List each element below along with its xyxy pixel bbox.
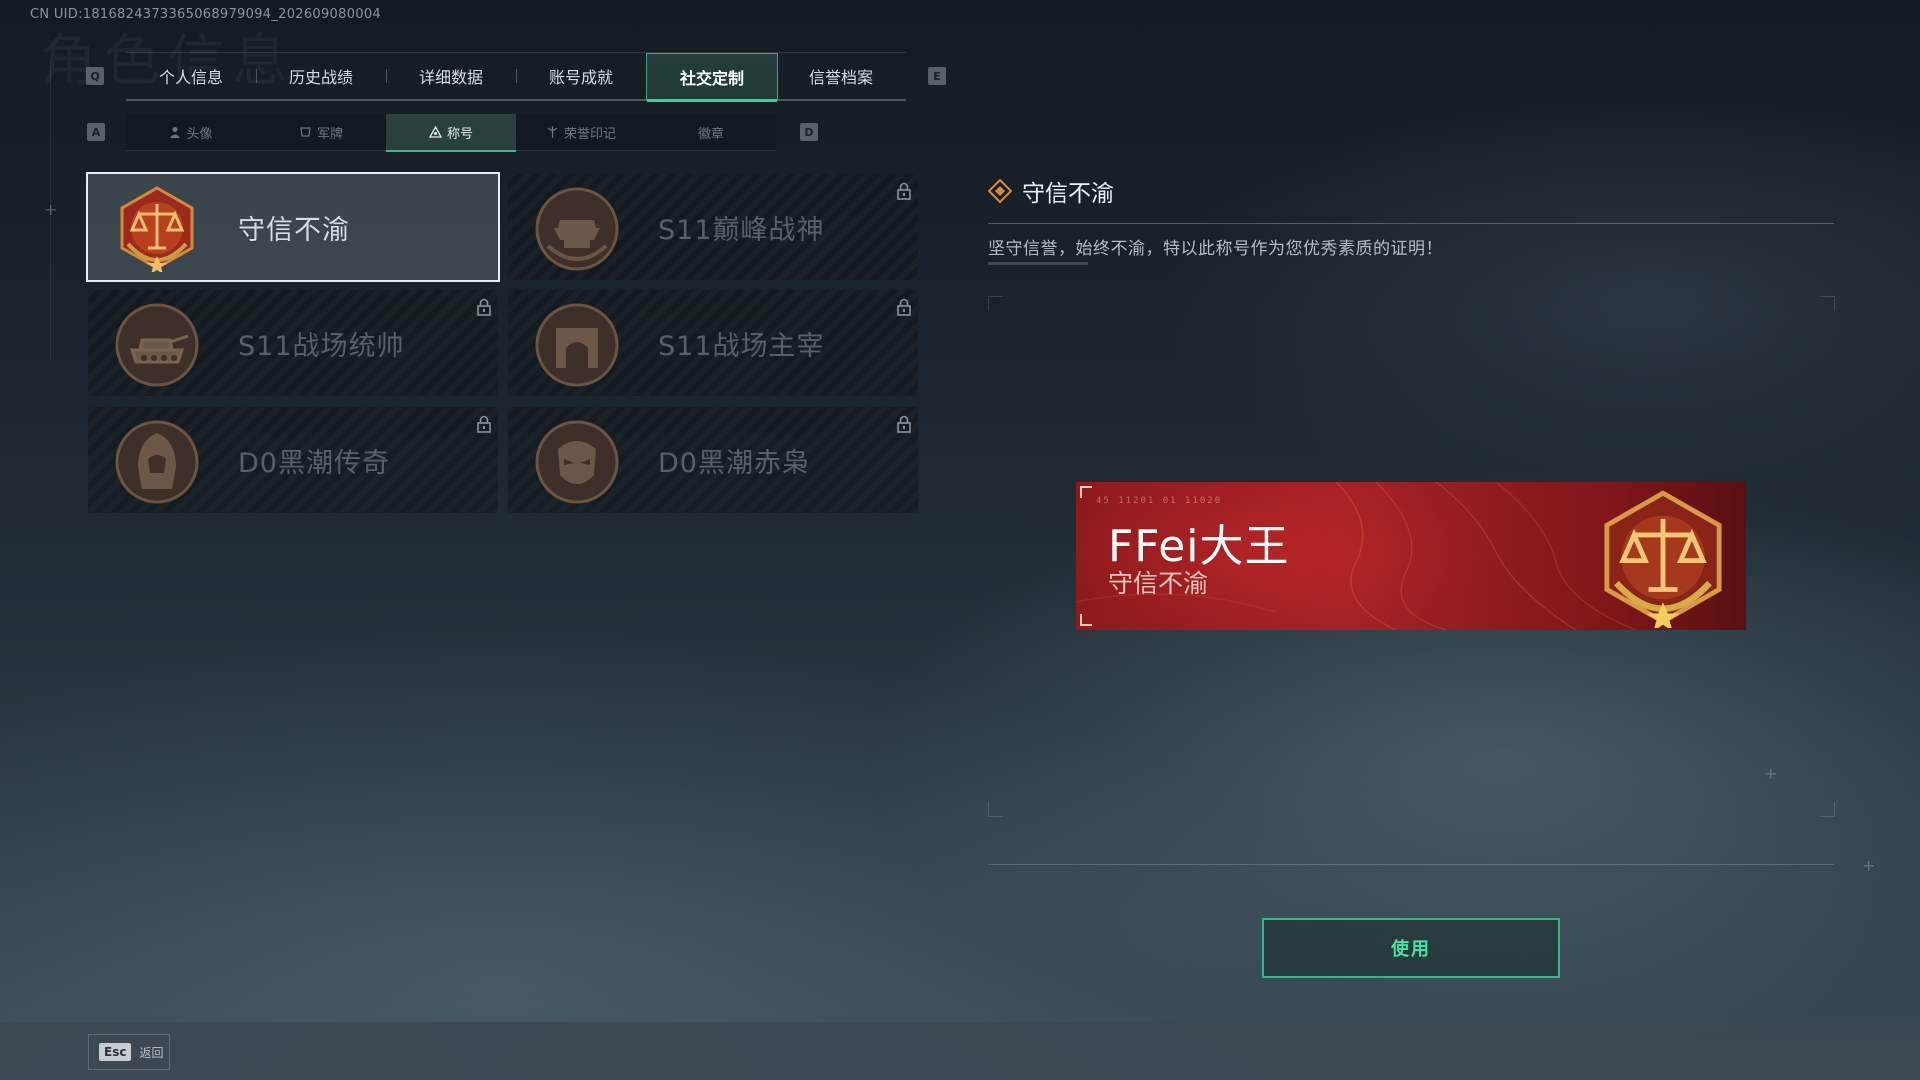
footer-bar (0, 1022, 1920, 1080)
decorative-plus: + (44, 200, 58, 219)
lock-icon (897, 415, 911, 433)
subtab-badge[interactable]: 徽章 (646, 114, 776, 150)
anvil-medal-icon (535, 187, 619, 271)
use-button[interactable]: 使用 (1262, 918, 1560, 978)
tab-match-history[interactable]: 历史战绩 (256, 53, 386, 99)
detail-bottom-divider (988, 864, 1834, 865)
lock-icon (477, 298, 491, 316)
user-uid: CN UID:1816824373365068979094_2026090800… (30, 7, 381, 22)
title-card-label: D0黑潮传奇 (238, 448, 390, 479)
subtab-next-key[interactable]: D (800, 123, 818, 141)
detail-header: 守信不渝 (988, 174, 1114, 208)
tab-social-customization[interactable]: 社交定制 (646, 53, 778, 102)
decorative-plus: + (1764, 764, 1778, 783)
frame-corner (988, 802, 1003, 817)
title-card-label: S11战场主宰 (658, 331, 825, 362)
subtab-dogtag[interactable]: 军牌 (256, 114, 386, 150)
banner-code: 45 11201 01 11020 (1096, 496, 1223, 506)
tab-prev-key[interactable]: Q (86, 67, 104, 85)
frame-corner (988, 296, 1003, 311)
subtab-label: 荣誉印记 (563, 126, 616, 142)
title-icon (428, 126, 442, 138)
hooded-figure-medal-icon (115, 420, 199, 504)
subtab-label: 军牌 (316, 126, 343, 142)
back-label: 返回 (139, 1045, 164, 1060)
tank-medal-icon (115, 303, 199, 387)
arch-medal-icon (535, 303, 619, 387)
detail-title: 守信不渝 (1022, 181, 1114, 207)
subtab-honor-mark[interactable]: 荣誉印记 (516, 114, 646, 150)
title-card-s11-battlefield-commander[interactable]: S11战场统帅 (88, 290, 498, 396)
lock-icon (897, 298, 911, 316)
scales-medal-icon (1604, 490, 1722, 628)
subtab-label: 头像 (186, 126, 213, 142)
subtab-label: 称号 (446, 126, 473, 142)
lock-icon (477, 415, 491, 433)
tab-detailed-data[interactable]: 详细数据 (386, 53, 516, 99)
frame-corner (1820, 802, 1835, 817)
tab-achievements[interactable]: 账号成就 (516, 53, 646, 99)
decorative-bar (988, 262, 1088, 265)
diamond-icon (988, 179, 1012, 203)
scales-medal-icon (120, 186, 194, 272)
sub-tab-bar: 头像 军牌 称号 荣誉印记 徽章 (126, 114, 776, 152)
tab-next-key[interactable]: E (928, 67, 946, 85)
dogtag-icon (300, 127, 311, 137)
title-card-d0-black-tide-legend[interactable]: D0黑潮传奇 (88, 407, 498, 513)
subtab-avatar[interactable]: 头像 (126, 114, 256, 150)
subtab-label: 徽章 (697, 126, 724, 142)
title-card-s11-battlefield-master[interactable]: S11战场主宰 (508, 290, 918, 396)
title-card-shouxinbuyu[interactable]: 守信不渝 (86, 172, 500, 282)
title-card-label: S11战场统帅 (238, 331, 405, 362)
person-icon (170, 127, 181, 138)
nameplate-preview: 45 11201 01 11020 FFei大王 守信不渝 (1076, 482, 1746, 630)
tab-personal-info[interactable]: 个人信息 (126, 53, 256, 99)
banner-corner (1080, 614, 1092, 626)
honor-mark-icon (547, 126, 558, 138)
back-button[interactable]: Esc 返回 (88, 1034, 170, 1070)
banner-corner (1080, 486, 1092, 498)
mask-medal-icon (535, 420, 619, 504)
frame-corner (1820, 296, 1835, 311)
preview-title: 守信不渝 (1108, 569, 1209, 598)
tab-credit-record[interactable]: 信誉档案 (776, 53, 906, 99)
detail-divider (988, 223, 1834, 224)
lock-icon (897, 182, 911, 200)
esc-key: Esc (99, 1043, 132, 1061)
subtab-title[interactable]: 称号 (386, 114, 516, 152)
subtab-prev-key[interactable]: A (87, 123, 105, 141)
title-card-label: 守信不渝 (238, 215, 350, 246)
title-card-s11-peak-god[interactable]: S11巅峰战神 (508, 174, 918, 280)
main-tab-bar: 个人信息 历史战绩 详细数据 账号成就 社交定制 信誉档案 (126, 52, 906, 102)
detail-description: 坚守信誉，始终不渝，特以此称号作为您优秀素质的证明！ (988, 239, 1443, 259)
title-card-label: D0黑潮赤枭 (658, 448, 810, 479)
decorative-plus: + (1862, 856, 1876, 875)
title-card-label: S11巅峰战神 (658, 215, 825, 246)
title-card-d0-black-tide-red-owl[interactable]: D0黑潮赤枭 (508, 407, 918, 513)
